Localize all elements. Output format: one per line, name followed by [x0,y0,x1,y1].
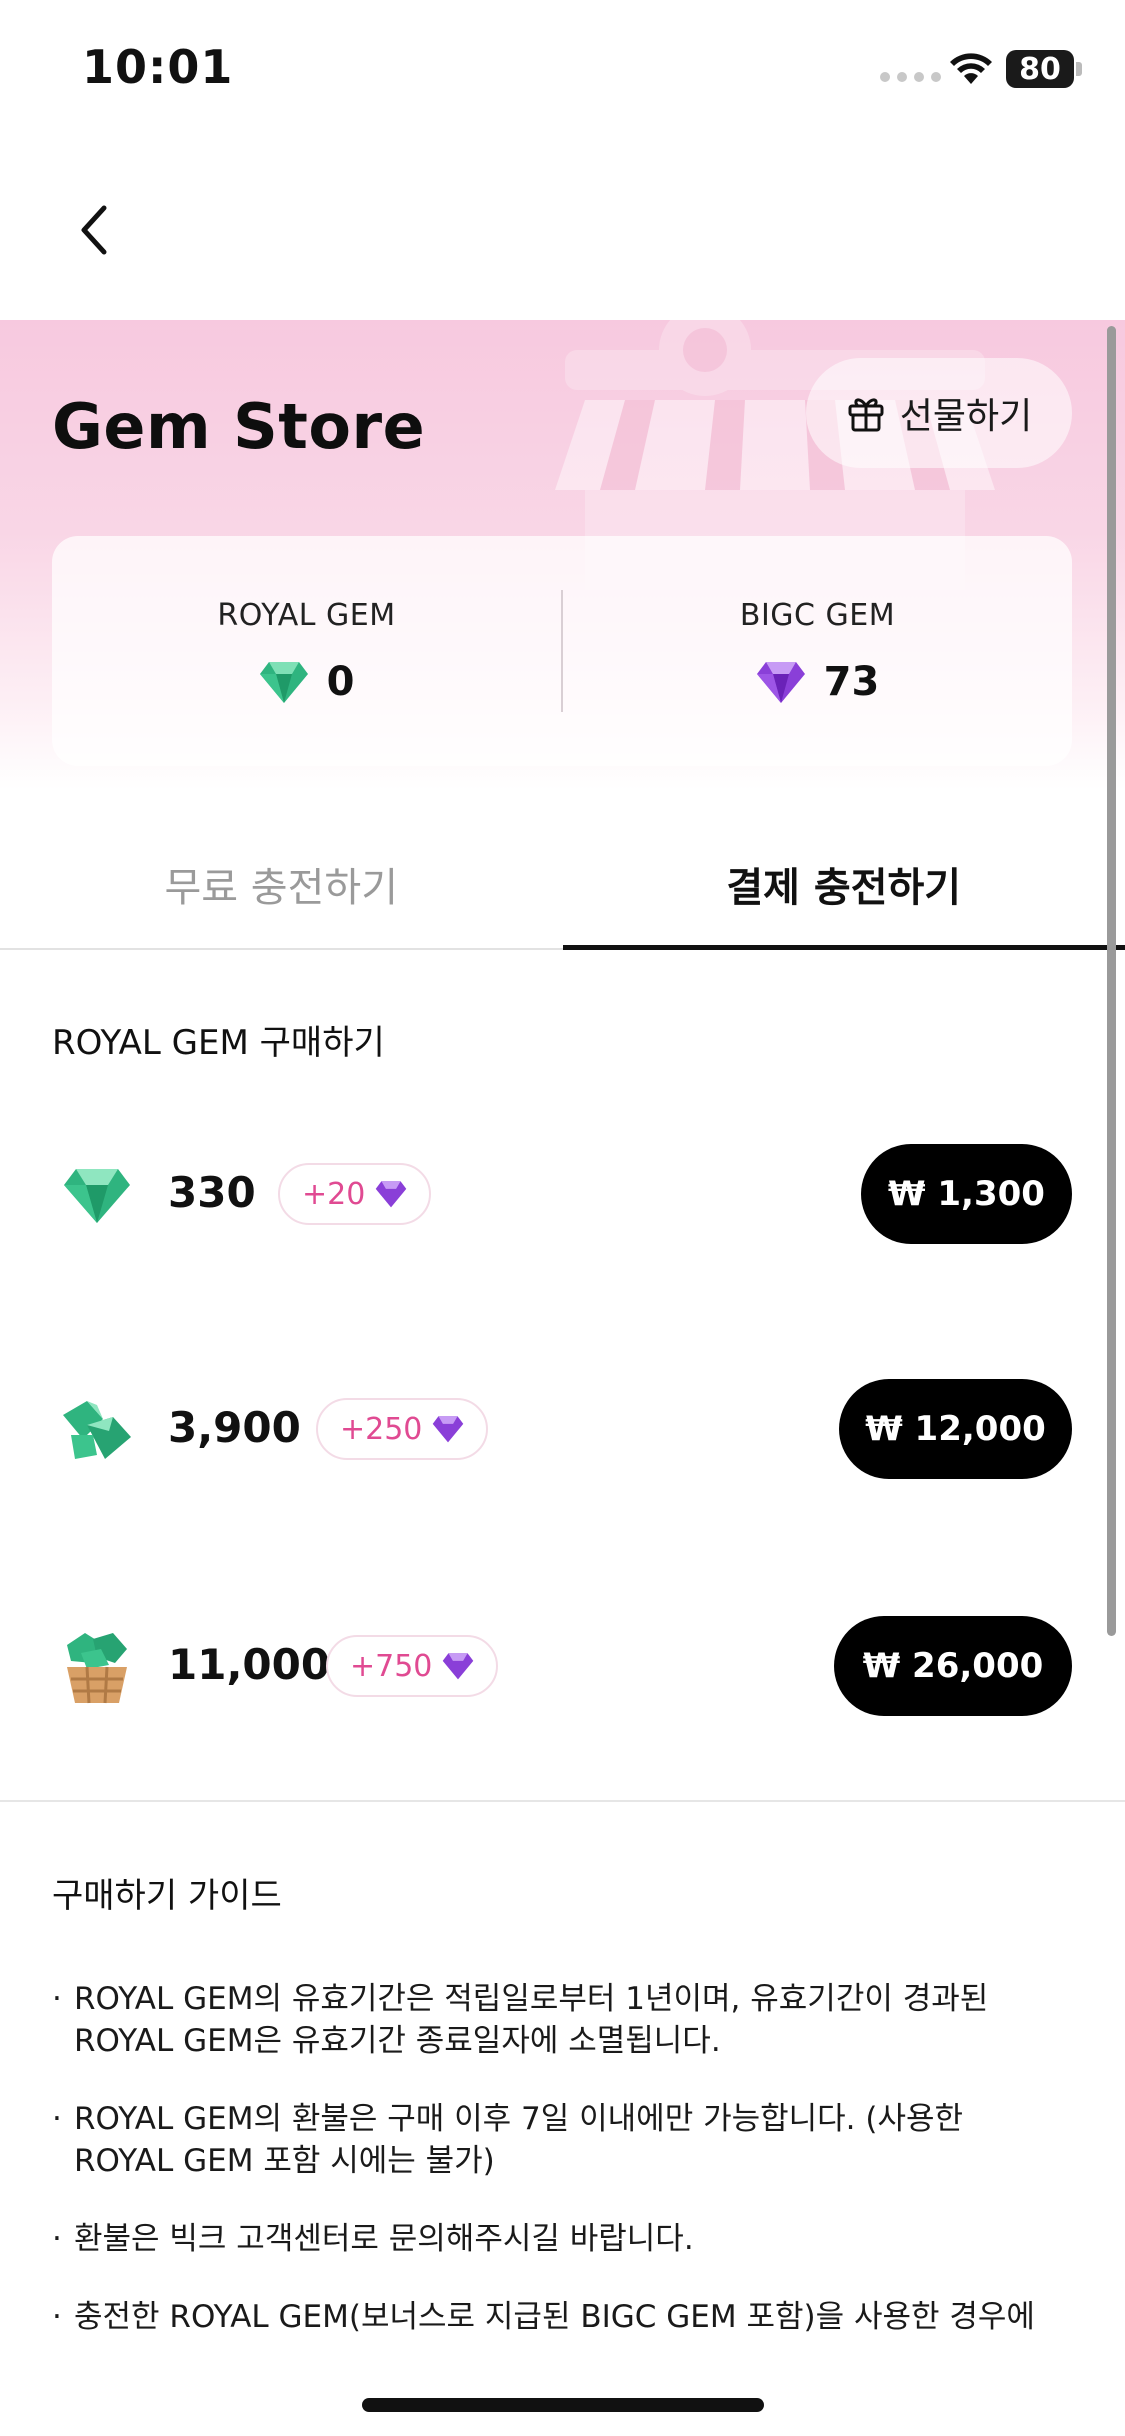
purple-gem-icon [376,1181,407,1208]
wifi-icon [948,50,994,90]
cellular-signal-icon [880,72,941,82]
guide-item: 환불은 빅크 고객센터로 문의해주시길 바랍니다. [52,2218,1062,2260]
bigc-gem-balance: BIGC GEM 73 [563,536,1072,766]
gift-button[interactable]: 선물하기 [806,358,1072,468]
guide-list: ROYAL GEM의 유효기간은 적립일로부터 1년이며, 유효기간이 경과된 … [52,1978,1062,2340]
gift-button-label: 선물하기 [899,396,1033,437]
product-row: 11,000 +750 ₩ 26,000 [0,1612,1125,1722]
battery-cap [1076,62,1082,76]
buy-button[interactable]: ₩ 12,000 [839,1379,1072,1479]
guide-viewport: ROYAL GEM의 유효기간은 적립일로부터 1년이며, 유효기간이 경과된 … [0,1960,1125,2340]
green-gem-icon [259,661,308,703]
charge-tabs: 무료 충전하기 결제 충전하기 [0,820,1125,950]
balance-name: BIGC GEM [739,597,896,633]
balance-card: ROYAL GEM 0 BIGC GEM 73 [52,536,1072,766]
product-row: 330 +20 ₩ 1,300 [0,1140,1125,1250]
guide-title: 구매하기 가이드 [52,1876,282,1916]
gem-pile-icon [52,1385,142,1475]
status-time: 10:01 [82,40,234,94]
battery-icon: 80 [1006,50,1074,88]
product-row: 3,900 +250 ₩ 12,000 [0,1375,1125,1485]
tab-free-charge[interactable]: 무료 충전하기 [0,820,563,948]
purple-gem-icon [433,1416,464,1443]
bonus-amount: +20 [302,1176,366,1212]
product-amount: 3,900 [168,1403,301,1452]
gem-basket-icon [52,1622,142,1712]
bonus-badge: +250 [316,1398,489,1460]
guide-item: 충전한 ROYAL GEM(보너스로 지급된 BIGC GEM 포함)을 사용한… [52,2296,1062,2338]
balance-value: 73 [823,658,880,705]
guide-item: ROYAL GEM의 환불은 구매 이후 7일 이내에만 가능합니다. (사용한… [52,2098,1062,2182]
tab-paid-charge[interactable]: 결제 충전하기 [562,820,1125,950]
status-bar: 10:01 80 [0,0,1125,140]
back-button[interactable] [54,190,134,270]
gift-icon [848,398,884,432]
bonus-badge: +20 [278,1163,432,1225]
nav-bar [0,140,1125,320]
bonus-amount: +750 [350,1648,433,1684]
purchase-section-title: ROYAL GEM 구매하기 [52,1023,385,1063]
product-amount: 330 [168,1168,256,1217]
bonus-badge: +750 [326,1635,499,1697]
section-divider [0,1800,1125,1802]
product-amount: 11,000 [168,1640,331,1689]
bonus-amount: +250 [340,1411,423,1447]
buy-button[interactable]: ₩ 1,300 [861,1144,1072,1244]
page-title: Gem Store [52,390,426,463]
scrollbar[interactable] [1107,326,1116,1636]
chevron-left-icon [81,205,107,255]
purple-gem-icon [756,661,805,703]
guide-item: ROYAL GEM의 유효기간은 적립일로부터 1년이며, 유효기간이 경과된 … [52,1978,1062,2062]
home-indicator[interactable] [362,2398,764,2412]
balance-name: ROYAL GEM [217,597,396,633]
buy-button[interactable]: ₩ 26,000 [834,1616,1072,1716]
store-hero: Gem Store 선물하기 ROYAL GEM 0 BIGC GEM 73 [0,320,1125,790]
royal-gem-balance: ROYAL GEM 0 [52,536,561,766]
single-green-gem-icon [52,1150,142,1240]
balance-value: 0 [326,658,355,705]
purple-gem-icon [443,1653,474,1680]
